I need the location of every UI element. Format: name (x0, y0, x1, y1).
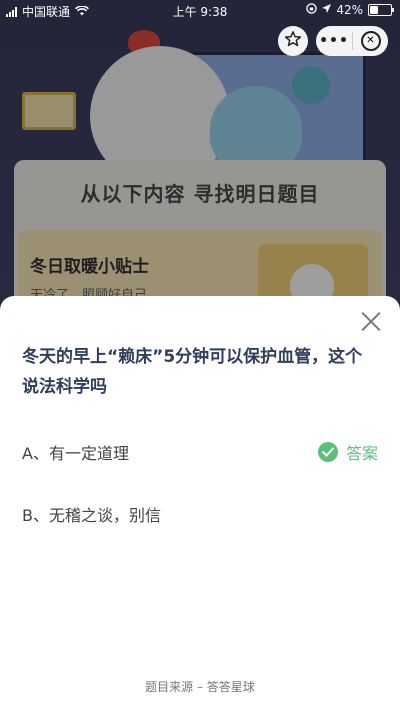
option-a[interactable]: A、有一定道理 答案 (22, 437, 378, 467)
close-icon[interactable] (360, 310, 382, 332)
answer-marker: 答案 (317, 437, 378, 467)
source-footer: 题目来源 – 答答星球 (145, 680, 255, 694)
battery-icon (368, 4, 394, 16)
location-icon (322, 3, 332, 17)
circle-close-icon: ✕ (360, 31, 381, 51)
favorite-button[interactable] (278, 26, 308, 56)
check-circle-icon (317, 442, 338, 462)
mini-program-capsule: ••• ✕ (316, 26, 388, 56)
option-a-label: A、有一定道理 (22, 444, 129, 463)
battery-percent: 42% (336, 3, 363, 17)
battery-level (370, 6, 378, 14)
star-outline-icon (284, 30, 302, 53)
capsule-close-button[interactable]: ✕ (353, 31, 388, 51)
question-text: 冬天的早上“赖床”5分钟可以保护血管，这个说法科学吗 (22, 347, 363, 397)
status-bar: 中国联通 上午 9:38 42% (0, 0, 400, 20)
answer-label: 答案 (345, 444, 378, 463)
rotation-lock-icon (306, 3, 318, 17)
option-b[interactable]: B、无稽之谈，别信 (22, 499, 378, 529)
option-b-label: B、无稽之谈，别信 (22, 506, 161, 525)
status-right: 42% (306, 3, 394, 17)
more-dots-icon[interactable]: ••• (316, 33, 352, 49)
question-sheet: 冬天的早上“赖床”5分钟可以保护血管，这个说法科学吗 A、有一定道理 答案 B、… (0, 296, 400, 711)
